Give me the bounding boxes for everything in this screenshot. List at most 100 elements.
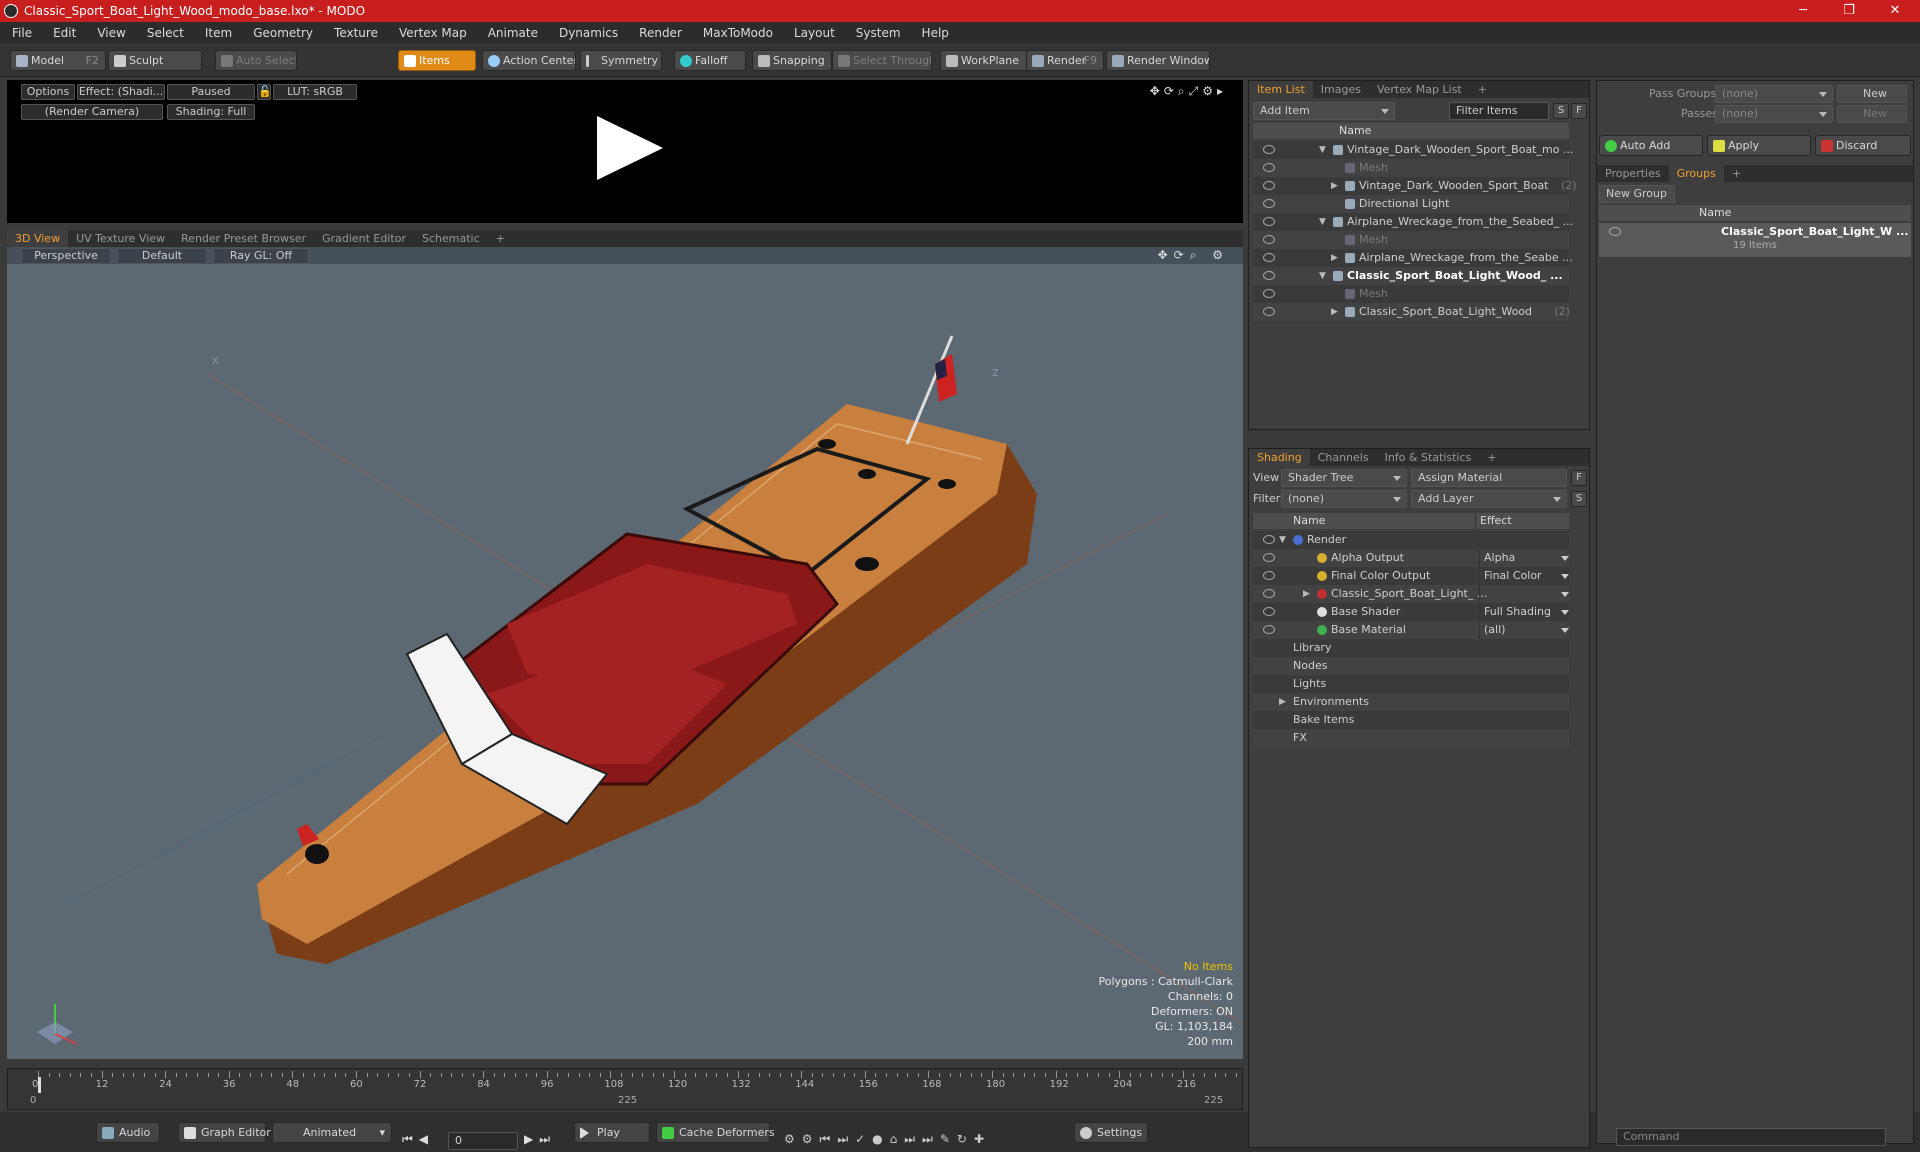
model-button[interactable]: Model F2 [10,50,106,71]
snapping-button[interactable]: Snapping [752,50,832,71]
expand-right-icon[interactable]: ▶ [1331,303,1338,321]
item-list-row[interactable]: ▼ Vintage_Dark_Wooden_Sport_Boat_mo ... [1253,141,1573,159]
view-f-button[interactable]: F [1571,470,1587,486]
render-camera-dropdown[interactable]: (Render Camera) [21,104,163,120]
item-list-row[interactable]: ▼ Classic_Sport_Boat_Light_Wood_ ... [1253,267,1569,285]
assign-material-button[interactable]: Assign Material [1411,469,1567,487]
preview-options-button[interactable]: Options [21,84,75,100]
perspective-dropdown[interactable]: Perspective [21,248,111,264]
visibility-eye-icon[interactable] [1263,145,1275,154]
item-list-row[interactable]: Mesh [1253,159,1569,177]
visibility-eye-icon[interactable] [1263,271,1275,280]
visibility-eye-icon[interactable] [1263,253,1275,262]
transport-forward-icons[interactable]: ▶⏭ [524,1132,556,1147]
3d-viewport[interactable]: Perspective Default Ray GL: Off ✥⟳⌕ ⚙ X [7,247,1243,1059]
menu-vertex-map[interactable]: Vertex Map [399,26,467,40]
item-list-header[interactable]: Name [1253,123,1569,139]
item-list-row[interactable]: Mesh [1253,285,1569,303]
add-layer-dropdown[interactable]: Add Layer [1411,490,1567,508]
expand-down-icon[interactable]: ▼ [1319,267,1326,285]
tab-3d-view[interactable]: 3D View [7,230,69,247]
filter-items-input[interactable]: Filter Items [1449,102,1549,120]
tab-vertex-map-list[interactable]: Vertex Map List [1369,83,1470,96]
tab-schematic[interactable]: Schematic [414,232,488,245]
tab-channels[interactable]: Channels [1310,451,1377,464]
item-list-row[interactable]: ▼ Airplane_Wreckage_from_the_Seabed_ ... [1253,213,1573,231]
preview-paused-button[interactable]: Paused [167,84,255,100]
tab-properties[interactable]: Properties [1597,167,1669,180]
filter-f-button[interactable]: F [1571,103,1587,119]
render-window-button[interactable]: Render Window [1106,50,1210,71]
shader-col-effect[interactable]: Effect [1475,513,1569,529]
shader-tree-row[interactable]: ▼ Render [1253,531,1569,549]
menu-system[interactable]: System [856,26,901,40]
expand-right-icon[interactable]: ▶ [1279,693,1286,711]
visibility-eye-icon[interactable] [1263,163,1275,172]
menu-geometry[interactable]: Geometry [253,26,313,40]
group-row[interactable]: Classic_Sport_Boat_Light_W ... 19 Items [1599,223,1911,257]
shader-effect-dropdown[interactable] [1479,585,1573,603]
new-pass-button[interactable]: New [1837,105,1907,123]
workplane-button[interactable]: WorkPlane [940,50,1030,71]
settings-button[interactable]: Settings [1074,1122,1148,1143]
timeline[interactable]: 0 12 24 36 48 60 72 84 96 108 120 132 144 156 168 180 19… [7,1068,1243,1110]
shader-tree-row[interactable]: Bake Items [1253,711,1569,729]
menu-item[interactable]: Item [205,26,232,40]
shader-tree-row[interactable]: Base Material (all) [1253,621,1569,639]
tab-info-statistics[interactable]: Info & Statistics [1377,451,1480,464]
visibility-eye-icon[interactable] [1263,235,1275,244]
visibility-eye-icon[interactable] [1263,625,1275,634]
add-item-dropdown[interactable]: Add Item [1253,102,1395,120]
lock-icon[interactable]: 🔓 [257,84,272,100]
menu-maxtomodo[interactable]: MaxToModo [703,26,773,40]
item-list-row[interactable]: ▶ Classic_Sport_Boat_Light_Wood (2) [1253,303,1570,321]
menu-dynamics[interactable]: Dynamics [559,26,618,40]
minimize-button[interactable]: ─ [1780,0,1826,22]
menu-help[interactable]: Help [922,26,949,40]
key-tools-icons[interactable]: ⚙⚙⏮⏭✓●⌂⏭⏭✎↻✚ [784,1132,991,1147]
tab-gradient-editor[interactable]: Gradient Editor [314,232,414,245]
viewport-nav-icons[interactable]: ✥⟳⌕ ⚙ [1158,248,1229,263]
audio-button[interactable]: Audio [96,1122,160,1143]
tab-groups[interactable]: Groups [1668,165,1724,182]
filter-dropdown[interactable]: (none) [1281,490,1407,508]
select-through-button[interactable]: Select Through [832,50,932,71]
auto-select-button[interactable]: Auto Select [215,50,297,71]
shading-dropdown[interactable]: Shading: Full [167,104,255,120]
animated-dropdown[interactable]: Animated ▾ [272,1122,392,1143]
symmetry-button[interactable]: Symmetry [580,50,662,71]
tab-shading[interactable]: Shading [1249,449,1310,466]
shader-tree-row[interactable]: Lights [1253,675,1569,693]
lut-dropdown[interactable]: LUT: sRGB [273,84,357,100]
falloff-button[interactable]: Falloff [674,50,746,71]
transport-back-icons[interactable]: ⏮◀ [402,1132,434,1147]
expand-right-icon[interactable]: ▶ [1303,585,1310,603]
item-list-row[interactable]: ▶ Airplane_Wreckage_from_the_Seabe ... [1253,249,1573,267]
close-button[interactable]: ✕ [1872,0,1918,22]
tab-add[interactable]: + [1724,167,1749,180]
tab-add[interactable]: + [1479,451,1504,464]
tab-item-list[interactable]: Item List [1249,81,1313,98]
shader-tree-row[interactable]: ▶ Classic_Sport_Boat_Light_ ... [1253,585,1569,603]
expand-down-icon[interactable]: ▼ [1319,213,1326,231]
shader-effect-dropdown[interactable]: Alpha [1479,549,1573,567]
visibility-eye-icon[interactable] [1263,217,1275,226]
menu-view[interactable]: View [97,26,125,40]
menu-edit[interactable]: Edit [53,26,76,40]
apply-button[interactable]: Apply [1707,135,1811,156]
visibility-eye-icon[interactable] [1263,307,1275,316]
passes-dropdown[interactable]: (none) [1715,105,1833,123]
shader-tree-row[interactable]: FX [1253,729,1569,747]
view-dropdown[interactable]: Shader Tree [1281,469,1407,487]
frame-input[interactable]: 0 [448,1132,518,1150]
item-list-row[interactable]: Directional Light [1253,195,1569,213]
timeline-ruler[interactable]: 0 12 24 36 48 60 72 84 96 108 120 132 144 156 168 180 19… [8,1069,1244,1093]
shader-tree-row[interactable]: Nodes [1253,657,1569,675]
discard-button[interactable]: Discard [1815,135,1911,156]
auto-add-button[interactable]: Auto Add [1599,135,1703,156]
shader-tree-row[interactable]: Library [1253,639,1569,657]
groups-col-name[interactable]: Name [1599,205,1911,221]
menu-animate[interactable]: Animate [488,26,538,40]
expand-right-icon[interactable]: ▶ [1331,177,1338,195]
visibility-eye-icon[interactable] [1263,607,1275,616]
